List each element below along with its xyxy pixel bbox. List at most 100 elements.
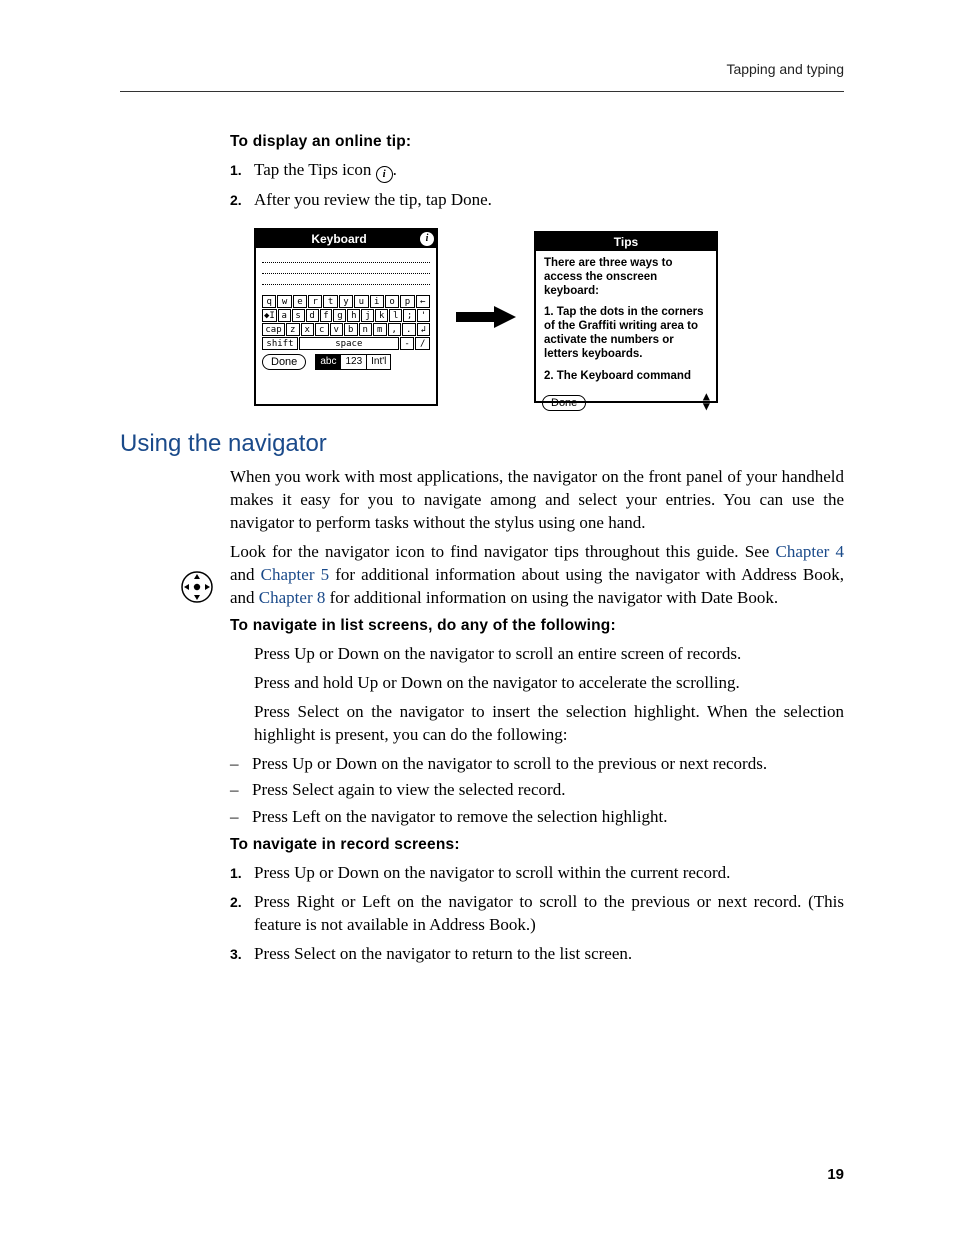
key[interactable]: w [277,295,291,308]
key[interactable]: l [389,309,402,322]
key[interactable]: ◆I [262,309,277,322]
key[interactable]: x [301,323,315,336]
key[interactable]: e [293,295,307,308]
navigator-icon [180,570,214,604]
link-chapter-4[interactable]: Chapter 4 [775,542,844,561]
dialog-titlebar: Keyboard i [256,230,436,248]
dialog-title: Keyboard [258,231,420,247]
display-tip-steps: 1. Tap the Tips icon i. 2. After you rev… [230,159,844,212]
key[interactable]: j [361,309,374,322]
key[interactable]: t [323,295,337,308]
link-chapter-5[interactable]: Chapter 5 [261,565,329,584]
step-text: After you review the tip, tap Done. [254,189,844,212]
text-frag: for additional information on using the … [325,588,778,607]
scroll-arrows-icon[interactable]: ▲▼ [703,391,710,411]
key[interactable]: h [347,309,360,322]
list-item: Press and hold Up or Down on the navigat… [254,672,844,695]
step-number: 1. [230,159,254,183]
key[interactable]: z [286,323,300,336]
key[interactable]: / [415,337,430,350]
step-text-frag: Tap the Tips icon [254,160,376,179]
text-line [262,273,430,274]
key[interactable]: r [308,295,322,308]
key[interactable]: v [330,323,344,336]
seg-abc[interactable]: abc [315,354,341,370]
seg-intl[interactable]: Int'l [367,354,391,370]
return-key[interactable]: ↲ [417,323,431,336]
key[interactable]: q [262,295,276,308]
dialog-body: There are three ways to access the onscr… [536,251,716,391]
body-text: When you work with most applications, th… [230,466,844,535]
section-online-tip: To display an online tip: 1. Tap the Tip… [230,132,844,406]
step-number: 2. [230,891,254,937]
screenshot-keyboard: Keyboard i q w e r [254,228,438,406]
key[interactable]: s [292,309,305,322]
step-text: Press Select on the navigator to return … [254,943,844,966]
step-number: 3. [230,943,254,966]
key[interactable]: n [359,323,373,336]
body-text: Look for the navigator icon to find navi… [230,541,844,610]
key[interactable]: a [278,309,291,322]
header-rule [120,91,844,92]
heading-navigate-record: To navigate in record screens: [230,835,844,856]
running-head: Tapping and typing [726,60,844,79]
key[interactable]: y [339,295,353,308]
done-button[interactable]: Done [262,354,306,370]
seg-123[interactable]: 123 [341,354,367,370]
key[interactable]: . [402,323,416,336]
cap-key[interactable]: cap [262,323,285,336]
tips-text: 1. Tap the dots in the corners of the Gr… [544,306,708,361]
screenshot-tips: Tips There are three ways to access the … [534,231,718,403]
list-item: Press Select again to view the selected … [252,779,565,802]
key[interactable]: p [400,295,414,308]
heading-using-navigator: Using the navigator [120,428,844,460]
arrow-icon [456,306,516,328]
link-chapter-8[interactable]: Chapter 8 [259,588,326,607]
key[interactable]: ; [403,309,416,322]
content: To display an online tip: 1. Tap the Tip… [120,128,844,974]
done-button[interactable]: Done [542,395,586,411]
record-steps: 1. Press Up or Down on the navigator to … [230,862,844,966]
key[interactable]: m [373,323,387,336]
key[interactable]: o [385,295,399,308]
tips-text: There are three ways to access the onscr… [544,257,708,298]
key[interactable]: i [370,295,384,308]
list-item: Press Up or Down on the navigator to scr… [254,643,844,666]
page: Tapping and typing 19 To display an onli… [0,0,954,1235]
key[interactable]: f [320,309,333,322]
heading-navigate-list: To navigate in list screens, do any of t… [230,616,844,637]
step-number: 2. [230,189,254,212]
key[interactable]: , [388,323,402,336]
key[interactable]: ' [417,309,430,322]
heading-display-tip: To display an online tip: [230,132,844,153]
dialog-titlebar: Tips [536,233,716,251]
text-line [262,262,430,263]
list-item: Press Up or Down on the navigator to scr… [252,753,767,776]
key[interactable]: b [344,323,358,336]
key[interactable]: - [400,337,415,350]
tips-icon: i [376,166,393,183]
dialog-title: Tips [538,234,714,250]
text-frag: and [230,565,261,584]
info-icon[interactable]: i [420,232,434,246]
backspace-key[interactable]: ← [416,295,430,308]
step-number: 1. [230,862,254,885]
figure-keyboard-tips: Keyboard i q w e r [254,228,844,406]
page-number: 19 [827,1165,844,1185]
dialog-footer: Done ▲▼ [536,391,716,415]
key[interactable]: k [375,309,388,322]
step-text: Tap the Tips icon i. [254,159,844,183]
section-using-navigator: When you work with most applications, th… [230,466,844,966]
keyboard-mode-selector[interactable]: abc 123 Int'l [315,354,391,370]
key[interactable]: g [333,309,346,322]
onscreen-keyboard[interactable]: q w e r t y u i o p ← [262,295,430,350]
step-text-frag: . [393,160,397,179]
key[interactable]: d [306,309,319,322]
key[interactable]: u [354,295,368,308]
shift-key[interactable]: shift [262,337,298,350]
text-line [262,284,430,285]
sub-list: Press Up or Down on the navigator to scr… [230,753,844,830]
space-key[interactable]: space [299,337,399,350]
key[interactable]: c [315,323,329,336]
dialog-footer: Done abc 123 Int'l [262,350,430,370]
